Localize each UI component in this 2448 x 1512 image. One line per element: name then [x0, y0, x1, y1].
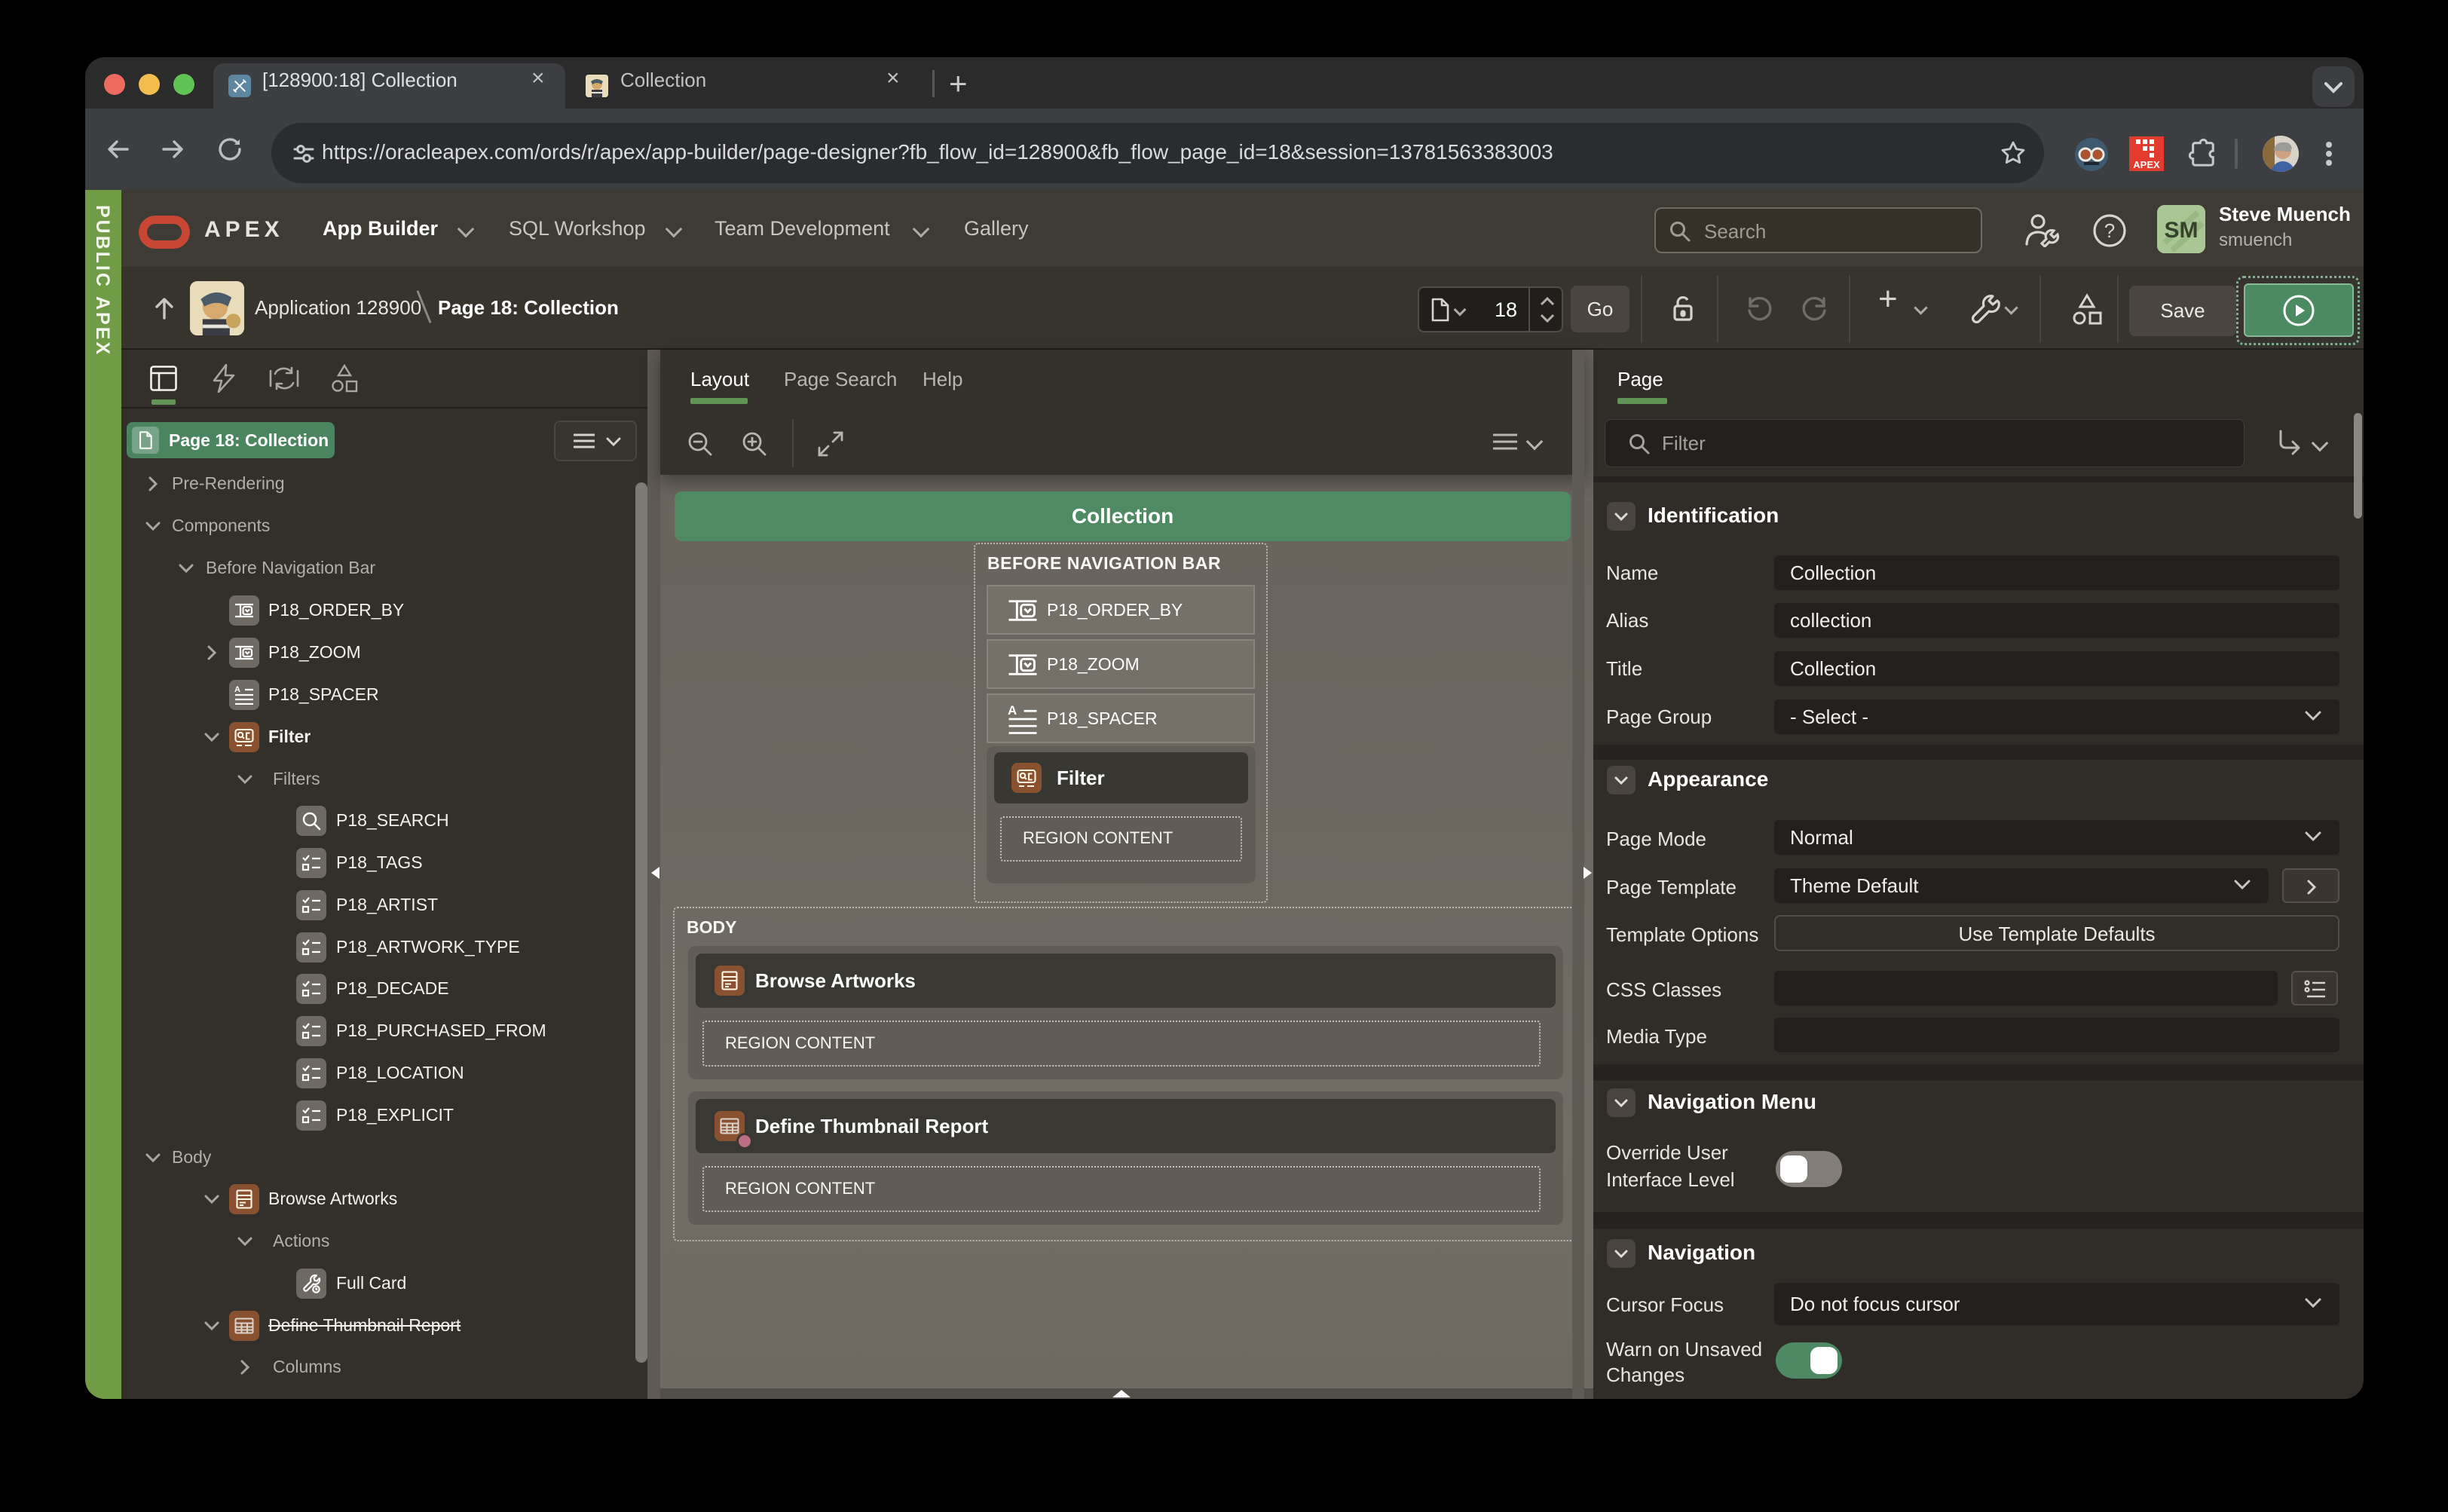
svg-text:?: ?	[2104, 219, 2115, 242]
svg-text:A: A	[234, 685, 240, 694]
svg-text:A: A	[1008, 704, 1017, 718]
svg-text:SM: SM	[2165, 218, 2199, 243]
